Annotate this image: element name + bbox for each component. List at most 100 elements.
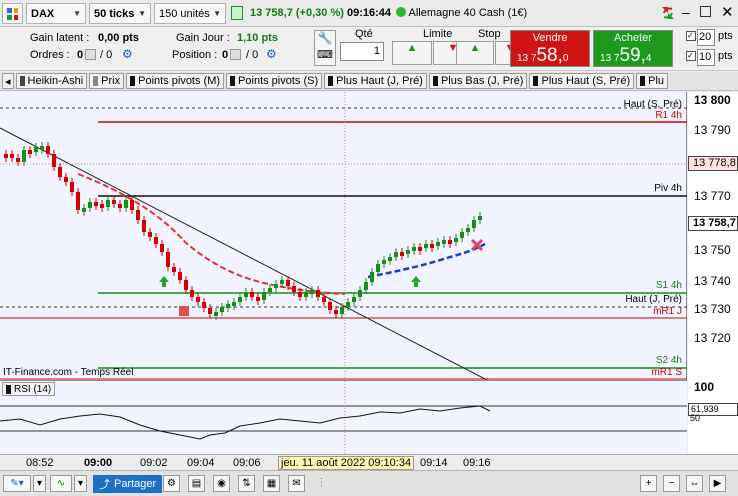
candle-body bbox=[370, 272, 374, 282]
fit-icon[interactable]: ⇔ bbox=[686, 475, 703, 492]
l-unit: pts bbox=[718, 30, 733, 42]
swatch-icon bbox=[230, 76, 236, 86]
candle-body bbox=[472, 220, 476, 228]
candle-body bbox=[454, 238, 458, 242]
tab-label: Plu bbox=[648, 75, 665, 87]
alert-icon[interactable]: ◉ bbox=[213, 475, 230, 492]
sell-price-prefix: 13 7 bbox=[517, 53, 537, 64]
tab-plus-haut-j[interactable]: Plus Haut (J, Pré) bbox=[324, 73, 427, 89]
rsi-tab[interactable]: RSI (14) bbox=[2, 382, 56, 396]
swatch-icon bbox=[328, 76, 334, 86]
r1-label: R1 4h bbox=[655, 110, 682, 121]
candle-body bbox=[94, 202, 98, 206]
candle-body bbox=[436, 242, 440, 246]
ma-red-dashed bbox=[77, 173, 346, 295]
tab-pivots-s[interactable]: Points pivots (S) bbox=[226, 73, 323, 89]
tab-prix[interactable]: Prix bbox=[89, 73, 125, 89]
indicator-tabs: ◂ Heikin-Ashi Prix Points pivots (M) Poi… bbox=[0, 72, 738, 91]
gain-jour-value: 1,10 pts bbox=[237, 32, 278, 44]
candle-body bbox=[196, 297, 200, 302]
chevron-down-icon[interactable]: ▾ bbox=[33, 475, 46, 492]
zoom-out-icon[interactable]: − bbox=[663, 475, 680, 492]
minimize-icon[interactable]: – bbox=[682, 4, 690, 20]
app-logo-icon[interactable] bbox=[659, 4, 677, 22]
share-button[interactable]: ⤴ Partager bbox=[93, 475, 163, 493]
candle-body bbox=[130, 200, 134, 210]
candle-body bbox=[214, 312, 218, 316]
y-tick: 13 740 bbox=[694, 274, 731, 288]
candle-body bbox=[442, 240, 446, 244]
quote-change: (+0,30 %) bbox=[295, 7, 344, 19]
instrument-select[interactable]: DAX ▼ bbox=[26, 3, 86, 24]
ordres-close-icon[interactable] bbox=[85, 49, 96, 60]
pencil-tool-icon[interactable]: ✎▾ bbox=[3, 475, 31, 492]
maximize-icon[interactable] bbox=[700, 6, 711, 17]
candle-body bbox=[478, 216, 482, 220]
grid-menu-icon[interactable] bbox=[2, 3, 23, 24]
settings-icon[interactable]: ⚙ bbox=[163, 475, 180, 492]
rsi-panel[interactable]: RSI (14) bbox=[0, 380, 687, 455]
data-source: IT-Finance.com - Temps Réel bbox=[3, 367, 134, 378]
units-select[interactable]: 150 unités ▼ bbox=[154, 3, 226, 24]
s-input[interactable]: 10 bbox=[697, 49, 715, 66]
tab-plus-bas-j[interactable]: Plus Bas (J, Pré) bbox=[428, 73, 528, 89]
ordres-settings-icon[interactable]: ⚙ bbox=[122, 47, 133, 61]
layout-icon[interactable]: ▦ bbox=[263, 475, 280, 492]
bottom-toolbar: ✎▾ ▾ ∿ ▾ ⤴ Partager ⚙ ▤ ◉ ⇅ ▦ ✉ ⋮ + − ⇔ ▶ bbox=[0, 470, 738, 496]
candle-body bbox=[376, 264, 380, 272]
crosshair-time-label: jeu. 11 août 2022 09:10:34 bbox=[278, 456, 415, 470]
candle-body bbox=[118, 204, 122, 208]
tab-scroll-left[interactable]: ◂ bbox=[2, 73, 14, 89]
tab-heikin-ashi[interactable]: Heikin-Ashi bbox=[15, 73, 88, 89]
candle-body bbox=[208, 308, 212, 314]
l-input[interactable]: 20 bbox=[697, 29, 715, 46]
ticks-select[interactable]: 50 ticks ▼ bbox=[89, 3, 151, 24]
zoom-in-icon[interactable]: + bbox=[640, 475, 657, 492]
candle-body bbox=[76, 192, 80, 210]
y-high-box: 13 778,8 bbox=[688, 156, 738, 171]
close-icon[interactable]: ✕ bbox=[721, 3, 734, 21]
chart-type-icon[interactable]: ∿ bbox=[50, 475, 72, 492]
compare-icon[interactable]: ⇅ bbox=[238, 475, 255, 492]
scroll-end-icon[interactable]: ▶ bbox=[709, 475, 726, 492]
market-status-icon bbox=[396, 7, 407, 17]
l-checkbox[interactable]: ✓ bbox=[686, 31, 696, 41]
keyboard-icon[interactable]: ⌨ bbox=[315, 48, 335, 61]
candle-body bbox=[382, 260, 386, 264]
position-close-icon[interactable] bbox=[230, 49, 241, 60]
rsi-axis: 100 61,939 50 bbox=[688, 380, 738, 454]
stop-buy-button[interactable]: ▲ bbox=[456, 41, 494, 65]
tab-pivots-m[interactable]: Points pivots (M) bbox=[126, 73, 225, 89]
sell-button[interactable]: Vendre 13 758,0 bbox=[510, 30, 590, 67]
candle-body bbox=[184, 280, 188, 290]
candle-body bbox=[232, 302, 236, 306]
market-name: Allemagne 40 Cash (1€) bbox=[408, 7, 528, 19]
price-axis[interactable]: 13 800 13 790 13 778,8 13 770 13 758,7 1… bbox=[688, 92, 738, 380]
order-tools[interactable]: 🔧 ⌨ bbox=[314, 30, 336, 66]
s2-label: S2 4h bbox=[655, 355, 682, 366]
tab-label: Prix bbox=[101, 75, 121, 87]
limit-label: Limite bbox=[423, 28, 453, 40]
s-checkbox[interactable]: ✓ bbox=[686, 51, 696, 61]
position-settings-icon[interactable]: ⚙ bbox=[266, 47, 277, 61]
y-tick: 13 790 bbox=[694, 123, 731, 137]
wrench-icon[interactable]: 🔧 bbox=[315, 31, 335, 45]
chevron-down-icon[interactable]: ▾ bbox=[74, 475, 87, 492]
buy-price-suffix: 4 bbox=[645, 53, 652, 64]
candle-body bbox=[46, 146, 50, 154]
price-chart[interactable]: Haut (S, Pré) R1 4h Piv 4h S1 4h Haut (J… bbox=[0, 92, 687, 381]
tab-more[interactable]: Plu bbox=[636, 73, 669, 89]
time-axis[interactable]: 08:52 09:00 09:02 09:04 09:06 jeu. 11 ao… bbox=[0, 454, 738, 470]
candle-body bbox=[466, 228, 470, 232]
qty-input[interactable]: 1 bbox=[340, 42, 384, 61]
arrow-up-icon: ▲ bbox=[469, 42, 481, 54]
news-icon[interactable]: ✉ bbox=[288, 475, 305, 492]
candle-body bbox=[154, 237, 158, 244]
chevron-down-icon: ▼ bbox=[213, 9, 221, 18]
buy-button[interactable]: Acheter 13 759,4 bbox=[593, 30, 673, 67]
candle-body bbox=[358, 290, 362, 297]
indicators-icon[interactable]: ▤ bbox=[188, 475, 205, 492]
candle-body bbox=[190, 290, 194, 297]
tab-plus-haut-s[interactable]: Plus Haut (S, Pré) bbox=[529, 73, 635, 89]
limit-buy-button[interactable]: ▲ bbox=[392, 41, 432, 65]
